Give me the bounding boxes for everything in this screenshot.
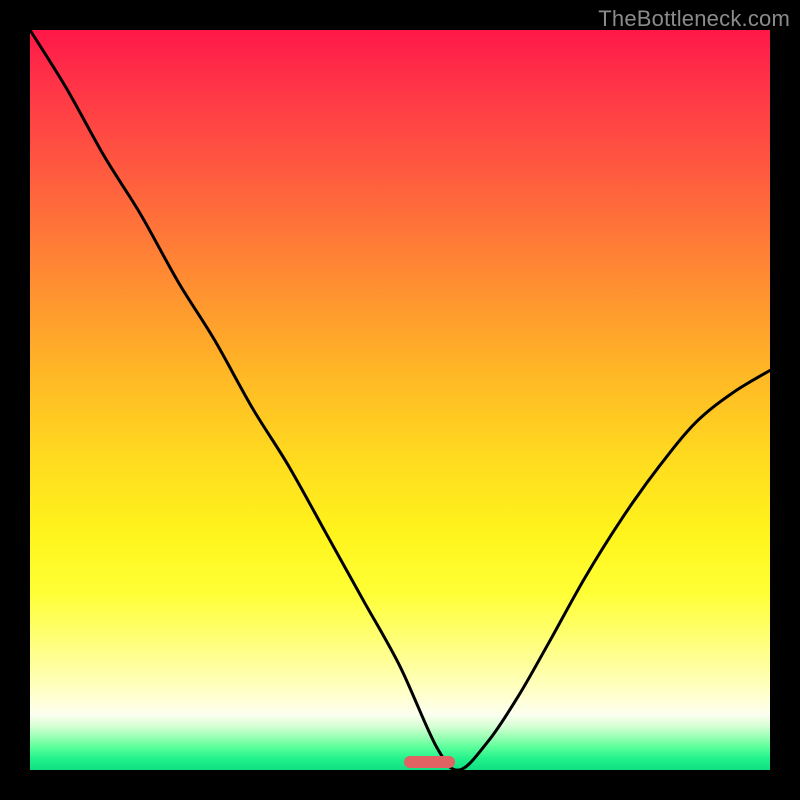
optimal-marker <box>404 756 456 768</box>
chart-frame: TheBottleneck.com <box>0 0 800 800</box>
watermark-text: TheBottleneck.com <box>598 6 790 32</box>
curve-layer <box>30 30 770 770</box>
bottleneck-curve <box>30 30 770 770</box>
plot-area <box>30 30 770 770</box>
